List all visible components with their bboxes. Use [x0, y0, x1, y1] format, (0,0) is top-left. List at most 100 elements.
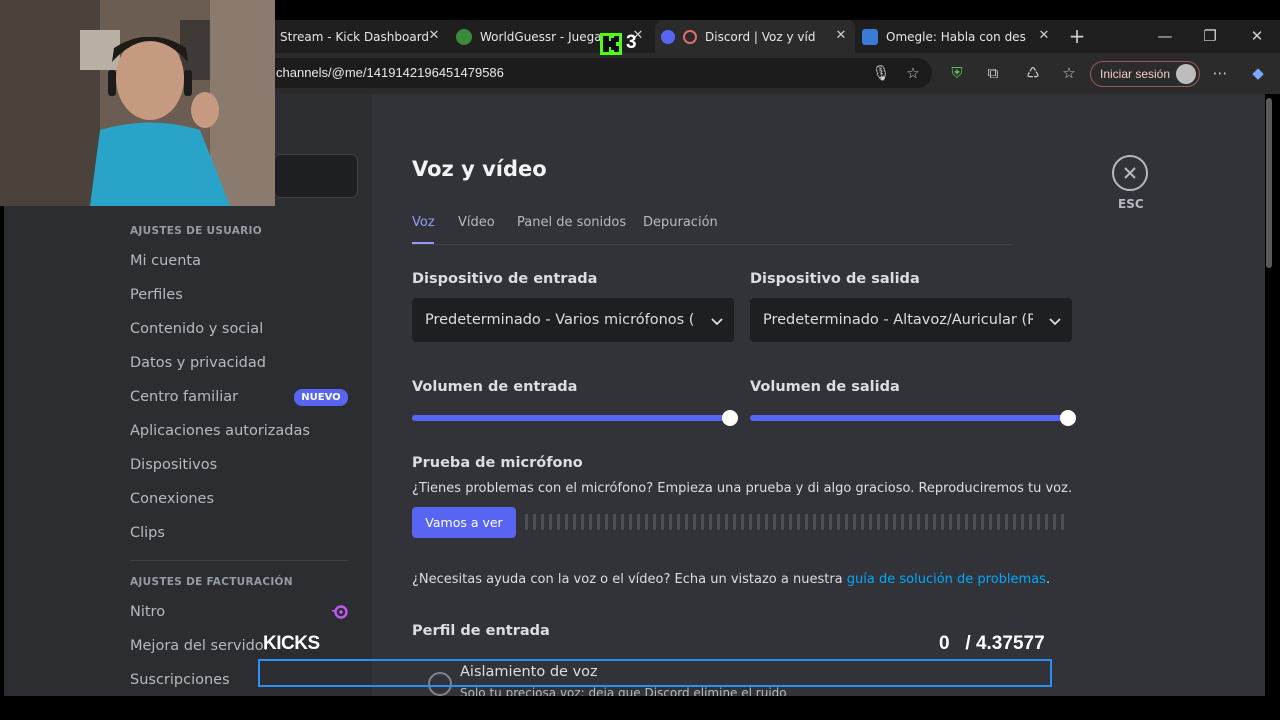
avatar: [1176, 64, 1196, 84]
meter-bar: [717, 514, 720, 530]
slider-handle[interactable]: [1060, 410, 1076, 426]
sidebar-item-profiles[interactable]: Perfiles: [130, 287, 183, 303]
performance-icon[interactable]: ♺: [1022, 62, 1044, 84]
meter-bar: [941, 514, 944, 530]
restore-icon[interactable]: ❐: [1199, 25, 1221, 47]
search-input[interactable]: [274, 154, 358, 198]
scrollbar[interactable]: [1266, 98, 1272, 268]
globe-icon: [456, 28, 472, 45]
url-text[interactable]: channels/@me/1419142196451479586: [276, 65, 504, 80]
chevron-down-icon: [711, 318, 723, 326]
mic-level-meter: [525, 514, 1068, 530]
sign-in-label: Iniciar sesión: [1100, 67, 1171, 81]
sidebar-item-my-account[interactable]: Mi cuenta: [130, 253, 201, 269]
sidebar-item-nitro[interactable]: Nitro: [130, 604, 165, 620]
meter-bar: [669, 514, 672, 530]
shield-icon[interactable]: ⛨: [946, 62, 968, 84]
meter-bar: [1013, 514, 1016, 530]
meter-bar: [613, 514, 616, 530]
output-volume-label: Volumen de salida: [750, 379, 900, 395]
sidebar-item-server-boost[interactable]: Mejora del servidor: [130, 638, 270, 654]
kicks-goal-bar: [258, 659, 1052, 687]
meter-bar: [869, 514, 872, 530]
tab-title: WorldGuessr - Juega G: [480, 29, 600, 44]
sidebar-item-content-social[interactable]: Contenido y social: [130, 321, 263, 337]
tab-omegle[interactable]: Omegle: Habla con descon ✕: [862, 20, 1058, 53]
close-icon[interactable]: ✕: [426, 28, 442, 44]
favorites-icon[interactable]: ☆: [1058, 62, 1080, 84]
extensions-icon[interactable]: ⧉: [982, 62, 1004, 84]
minimize-icon[interactable]: —: [1154, 25, 1176, 47]
meter-bar: [621, 514, 624, 530]
webcam-feed-image: [0, 0, 275, 206]
meter-bar: [1037, 514, 1040, 530]
close-icon: [1124, 167, 1136, 179]
meter-bar: [773, 514, 776, 530]
slider-handle[interactable]: [722, 410, 738, 426]
meter-bar: [917, 514, 920, 530]
meter-bar: [1053, 514, 1056, 530]
meter-bar: [1005, 514, 1008, 530]
sidebar-item-clips[interactable]: Clips: [130, 525, 165, 541]
kick-follower-count: 3: [626, 32, 637, 53]
input-device-label: Dispositivo de entrada: [412, 271, 598, 287]
window-close-icon[interactable]: ✕: [1246, 25, 1268, 47]
tab-title: Omegle: Habla con descon: [886, 29, 1026, 44]
close-icon[interactable]: ✕: [833, 28, 849, 44]
output-device-value: Predeterminado - Altavoz/Auricular (R: [763, 312, 1033, 328]
troubleshooting-link[interactable]: guía de solución de problemas: [847, 572, 1046, 587]
microphone-icon[interactable]: 🎙: [870, 62, 892, 84]
tab-debug[interactable]: Depuración: [643, 215, 718, 230]
input-device-select[interactable]: Predeterminado - Varios micrófonos (R: [412, 298, 734, 342]
close-icon[interactable]: ✕: [1036, 28, 1052, 44]
input-device-value: Predeterminado - Varios micrófonos (R: [425, 312, 695, 328]
close-settings-button[interactable]: [1112, 155, 1148, 191]
meter-bar: [781, 514, 784, 530]
meter-bar: [821, 514, 824, 530]
sidebar-item-subscriptions[interactable]: Suscripciones: [130, 672, 230, 688]
sign-in-button[interactable]: Iniciar sesión: [1090, 61, 1200, 87]
tab-video[interactable]: Vídeo: [458, 215, 495, 230]
tab-soundboard[interactable]: Panel de sonidos: [517, 215, 626, 230]
recording-icon: [683, 29, 697, 44]
kicks-goal-progress: 0 / 4.37577: [939, 633, 1045, 654]
sidebar-item-family-center[interactable]: Centro familiar: [130, 389, 238, 405]
new-tab-icon[interactable]: +: [1066, 25, 1088, 47]
mic-test-button[interactable]: Vamos a ver: [412, 507, 516, 538]
sidebar-item-data-privacy[interactable]: Datos y privacidad: [130, 355, 266, 371]
sidebar-divider: [130, 560, 348, 561]
tab-title: Stream - Kick Dashboard: [280, 29, 430, 44]
webcam-overlay: [0, 0, 275, 206]
meter-bar: [1045, 514, 1048, 530]
kick-logo-icon: [600, 33, 622, 55]
sidebar-item-devices[interactable]: Dispositivos: [130, 457, 217, 473]
omegle-icon: [862, 28, 878, 45]
tab-worldguessr[interactable]: WorldGuessr - Juega G ✕: [456, 20, 652, 53]
sidebar-item-connections[interactable]: Conexiones: [130, 491, 214, 507]
meter-bar: [845, 514, 848, 530]
output-volume-slider[interactable]: [750, 410, 1076, 426]
meter-bar: [893, 514, 896, 530]
slider-fill: [412, 415, 730, 421]
copilot-icon[interactable]: ◆: [1247, 62, 1269, 84]
discord-icon: [661, 29, 675, 44]
section-header-billing: AJUSTES DE FACTURACIÓN: [130, 576, 293, 588]
tab-discord[interactable]: Discord | Voz y vídeo ✕: [655, 20, 855, 53]
meter-bar: [533, 514, 536, 530]
favorite-star-icon[interactable]: ☆: [902, 62, 924, 84]
tab-voice[interactable]: Voz: [412, 215, 435, 230]
meter-bar: [901, 514, 904, 530]
kicks-goal-label: KICKS: [263, 633, 320, 654]
input-profile-label: Perfil de entrada: [412, 623, 550, 639]
tab-kick-dashboard[interactable]: Stream - Kick Dashboard ✕: [280, 20, 448, 53]
sidebar-item-authorized-apps[interactable]: Aplicaciones autorizadas: [130, 423, 310, 439]
mic-test-description: ¿Tienes problemas con el micrófono? Empi…: [412, 481, 1073, 496]
meter-bar: [997, 514, 1000, 530]
more-menu-icon[interactable]: ⋯: [1209, 62, 1231, 84]
help-text-end: .: [1045, 572, 1051, 587]
meter-bar: [765, 514, 768, 530]
meter-bar: [549, 514, 552, 530]
output-device-select[interactable]: Predeterminado - Altavoz/Auricular (R: [750, 298, 1072, 342]
input-volume-slider[interactable]: [412, 410, 738, 426]
new-badge: NUEVO: [294, 389, 348, 406]
